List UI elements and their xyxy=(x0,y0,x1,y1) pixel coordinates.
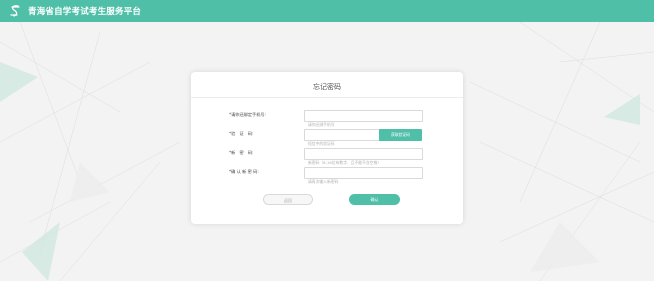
new-password-row: *新 密 码: xyxy=(191,148,463,168)
phone-field xyxy=(304,110,423,130)
phone-input[interactable] xyxy=(305,119,422,130)
code-label: *验 证 码: xyxy=(229,131,254,136)
top-header-bar: 青海省自学考试考生服务平台 xyxy=(0,0,654,22)
code-row: *验 证 码: 获取验证码 xyxy=(191,129,463,149)
code-input[interactable] xyxy=(305,138,379,149)
card-title: 忘记密码 xyxy=(313,83,341,91)
confirm-password-field xyxy=(304,167,423,187)
forgot-password-card: 忘记密码 *请你还绑定手机号: *验 证 码: 获取验证码 *新 密 码: *确… xyxy=(191,72,463,224)
phone-label: *请你还绑定手机号: xyxy=(229,112,267,117)
confirm-password-input[interactable] xyxy=(305,176,422,187)
confirm-password-label: *确 认 新 密 码: xyxy=(229,169,259,174)
s-logo-icon xyxy=(10,5,20,17)
phone-row: *请你还绑定手机号: xyxy=(191,110,463,130)
new-password-input[interactable] xyxy=(305,157,422,168)
title-divider xyxy=(191,97,463,98)
code-field xyxy=(304,129,380,149)
new-password-label: *新 密 码: xyxy=(229,150,254,155)
new-password-field xyxy=(304,148,423,168)
app-title: 青海省自学考试考生服务平台 xyxy=(28,7,142,17)
back-button[interactable]: 返回 xyxy=(263,194,313,205)
get-code-button[interactable]: 获取验证码 xyxy=(379,129,422,141)
confirm-button[interactable]: 确认 xyxy=(349,194,400,205)
confirm-password-row: *确 认 新 密 码: xyxy=(191,167,463,187)
